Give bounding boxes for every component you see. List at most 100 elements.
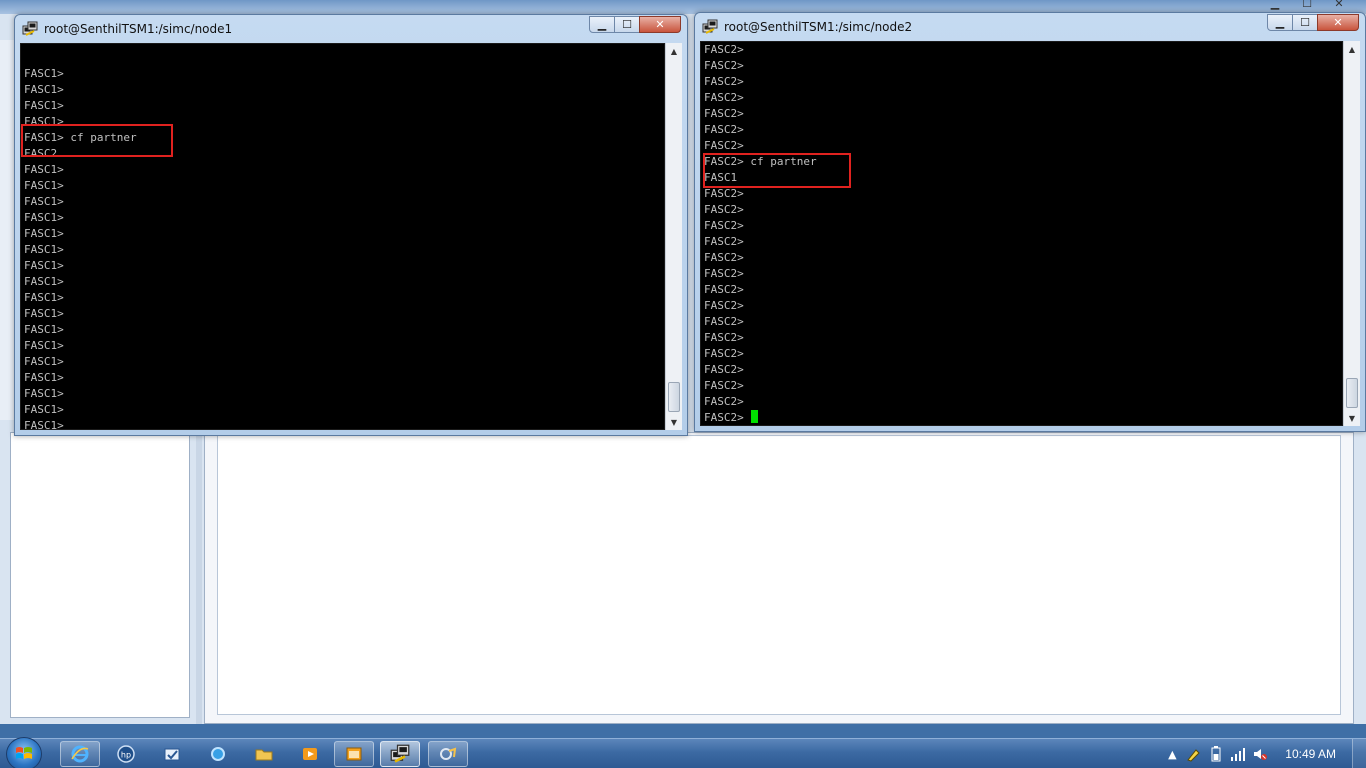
network-pen-icon[interactable]: [1183, 743, 1205, 765]
terminal-line: FASC2>: [704, 219, 744, 232]
maximize-button[interactable]: ☐: [1292, 14, 1318, 31]
terminal-line: FASC2>: [704, 331, 744, 344]
start-button[interactable]: [6, 737, 42, 768]
terminal-prompt: FASC2>: [704, 411, 751, 424]
scroll-up-arrow-icon[interactable]: ▲: [666, 43, 682, 59]
close-icon[interactable]: ✕: [1324, 0, 1354, 10]
minimize-icon[interactable]: ▁: [1260, 0, 1290, 10]
terminal-line: FASC2>: [704, 251, 744, 264]
terminal-line: FASC1>: [24, 419, 64, 430]
window-controls: ▁ ☐ ✕: [1267, 14, 1359, 31]
terminal-line: FASC1>: [24, 307, 64, 320]
terminal-line: FASC1>: [24, 259, 64, 272]
terminal-line: FASC2>: [704, 139, 744, 152]
text-cursor: [751, 410, 759, 423]
background-left-panel: [10, 432, 190, 718]
putty-icon[interactable]: [702, 19, 718, 35]
terminal-line: FASC2>: [704, 395, 744, 408]
system-tray: ▲ 10:49 AM: [1161, 739, 1366, 768]
terminal-line: FASC2>: [704, 187, 744, 200]
svg-text:hp: hp: [121, 751, 131, 760]
terminal-line: FASC1>: [24, 99, 64, 112]
maximize-icon[interactable]: ☐: [1292, 0, 1322, 10]
battery-icon[interactable]: [1205, 743, 1227, 765]
window-controls: ▁ ☐ ✕: [589, 16, 681, 33]
terminal-line: FASC1>: [24, 371, 64, 384]
folder-icon[interactable]: [244, 741, 284, 767]
putty-icon[interactable]: [22, 21, 38, 37]
scroll-thumb[interactable]: [1346, 378, 1358, 408]
taskbar: hp ▲ 10:49 AM: [0, 737, 1366, 768]
terminal-line: FASC2>: [704, 59, 744, 72]
scroll-up-arrow-icon[interactable]: ▲: [1344, 41, 1360, 57]
vertical-scrollbar[interactable]: ▲ ▼: [1343, 41, 1360, 426]
volume-muted-icon[interactable]: [1249, 743, 1271, 765]
terminal-line: FASC2>: [704, 75, 744, 88]
window-titlebar[interactable]: root@SenthilTSM1:/simc/node2 ▁ ☐ ✕: [695, 13, 1365, 41]
putty-icon[interactable]: [380, 741, 420, 767]
terminal-line: FASC1>: [24, 67, 64, 80]
terminal-window-node1[interactable]: root@SenthilTSM1:/simc/node1 ▁ ☐ ✕ FASC1…: [14, 14, 688, 436]
window-title: root@SenthilTSM1:/simc/node1: [44, 22, 233, 36]
terminal-line: FASC2>: [704, 267, 744, 280]
background-footer-band: [0, 724, 1366, 738]
terminal-window-node2[interactable]: root@SenthilTSM1:/simc/node2 ▁ ☐ ✕ FASC2…: [694, 12, 1366, 432]
terminal-line: FASC2>: [704, 203, 744, 216]
terminal-line: FASC1>: [24, 195, 64, 208]
terminal-line: FASC2>: [704, 363, 744, 376]
terminal-line: FASC2>: [704, 283, 744, 296]
terminal-line: FASC1>: [24, 355, 64, 368]
outlook-tasks-icon[interactable]: [152, 741, 192, 767]
hp-icon[interactable]: hp: [106, 741, 146, 767]
signal-strength-icon[interactable]: [1227, 743, 1249, 765]
terminal-line: FASC1>: [24, 339, 64, 352]
terminal-line: FASC2>: [704, 379, 744, 392]
terminal-line: FASC1>: [24, 163, 64, 176]
maximize-button[interactable]: ☐: [614, 16, 640, 33]
terminal-line: FASC1>: [24, 227, 64, 240]
terminal-line: FASC1>: [24, 275, 64, 288]
close-button[interactable]: ✕: [639, 16, 681, 33]
terminal-line: FASC1>: [24, 211, 64, 224]
scroll-down-arrow-icon[interactable]: ▼: [1344, 410, 1360, 426]
scroll-thumb[interactable]: [668, 382, 680, 412]
terminal-line: FASC1>: [24, 403, 64, 416]
background-splitter[interactable]: [196, 432, 202, 724]
terminal-output: FASC1> FASC1> FASC1> FASC1> FASC1> cf partne…: [24, 50, 664, 430]
terminal-line: FASC1>: [24, 83, 64, 96]
background-content-area: [217, 435, 1341, 715]
internet-explorer-icon[interactable]: [60, 741, 100, 767]
terminal-line: FASC1>: [24, 323, 64, 336]
terminal-output: FASC2> FASC2> FASC2> FASC2> FASC2> FASC2> FASC…: [704, 42, 1342, 425]
terminal-line: FASC2>: [704, 315, 744, 328]
window-app-icon[interactable]: [334, 741, 374, 767]
terminal-line: FASC2>: [704, 235, 744, 248]
minimize-button[interactable]: ▁: [589, 16, 615, 33]
terminal-screen[interactable]: FASC2> FASC2> FASC2> FASC2> FASC2> FASC2> FASC…: [700, 41, 1343, 426]
terminal-line: FASC2>: [704, 91, 744, 104]
terminal-line: FASC2>: [704, 123, 744, 136]
putty-config-icon[interactable]: [428, 741, 468, 767]
app-circle-icon[interactable]: [198, 741, 238, 767]
window-titlebar[interactable]: root@SenthilTSM1:/simc/node1 ▁ ☐ ✕: [15, 15, 687, 43]
terminal-line: FASC2>: [704, 347, 744, 360]
terminal-line: FASC1>: [24, 387, 64, 400]
highlight-box: [21, 124, 173, 157]
window-title: root@SenthilTSM1:/simc/node2: [724, 20, 913, 34]
scroll-down-arrow-icon[interactable]: ▼: [666, 414, 682, 430]
show-hidden-icons-arrow-icon[interactable]: ▲: [1161, 743, 1183, 765]
highlight-box: [703, 153, 851, 188]
terminal-line: FASC2>: [704, 299, 744, 312]
terminal-line: FASC2>: [704, 107, 744, 120]
close-button[interactable]: ✕: [1317, 14, 1359, 31]
show-desktop-button[interactable]: [1352, 739, 1366, 768]
terminal-screen[interactable]: FASC1> FASC1> FASC1> FASC1> FASC1> cf partne…: [20, 43, 665, 430]
terminal-line: FASC1>: [24, 291, 64, 304]
terminal-prompt-line[interactable]: FASC2>: [704, 410, 1342, 425]
media-player-icon[interactable]: [290, 741, 330, 767]
vertical-scrollbar[interactable]: ▲ ▼: [665, 43, 682, 430]
system-clock[interactable]: 10:49 AM: [1285, 747, 1336, 761]
terminal-line: FASC1>: [24, 179, 64, 192]
minimize-button[interactable]: ▁: [1267, 14, 1293, 31]
